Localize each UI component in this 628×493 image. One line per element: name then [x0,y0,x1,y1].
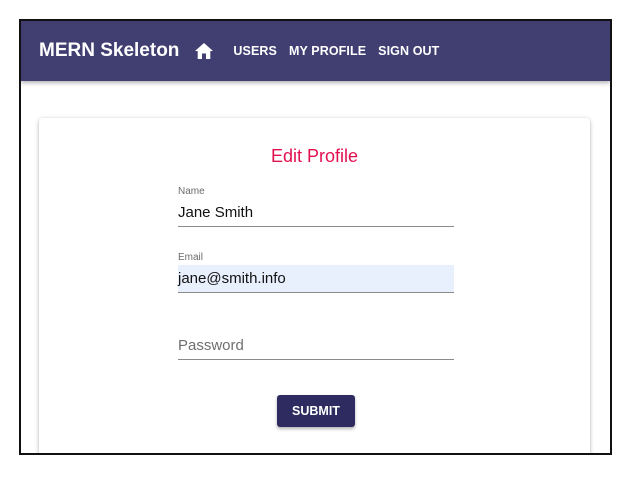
name-field[interactable]: Name Jane Smith [178,186,454,227]
email-input[interactable]: jane@smith.info [178,265,454,293]
edit-profile-card: Edit Profile Name Jane Smith Email jane@… [39,118,590,453]
app-title: MERN Skeleton [39,40,180,61]
nav-users[interactable]: USERS [233,44,277,58]
card-title: Edit Profile [270,146,359,166]
email-label: Email [178,252,204,263]
submit-button[interactable]: SUBMIT [277,395,355,427]
name-label: Name [178,186,205,197]
email-field[interactable]: Email jane@smith.info [178,252,454,293]
app-bar: MERN Skeleton USERS MY PROFILE SIGN OUT [21,21,610,81]
password-placeholder: Password [178,337,244,354]
name-input[interactable]: Jane Smith [178,199,454,227]
nav-my-profile[interactable]: MY PROFILE [289,44,366,58]
password-input[interactable]: Password [178,332,454,360]
home-icon [195,43,214,59]
password-field[interactable]: Password [178,332,454,360]
nav-sign-out[interactable]: SIGN OUT [378,44,439,58]
home-button[interactable] [193,40,215,62]
browser-viewport: MERN Skeleton USERS MY PROFILE SIGN OUT … [19,19,612,455]
